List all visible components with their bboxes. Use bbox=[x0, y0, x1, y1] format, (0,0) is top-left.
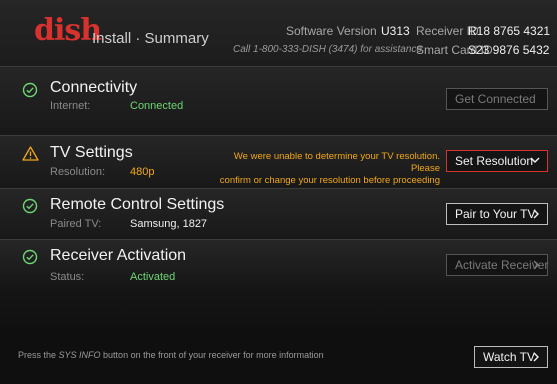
section-label: Internet: bbox=[50, 100, 91, 112]
receiver-id-value: R18 8765 4321 bbox=[468, 24, 551, 38]
section-receiver-activation: Receiver Activation Status: Activated Ac… bbox=[0, 240, 557, 330]
paired-tv-value: Samsung, 1827 bbox=[130, 218, 208, 230]
section-label: Paired TV: bbox=[50, 218, 102, 230]
activate-receiver-button[interactable]: Activate Receiver bbox=[446, 254, 548, 276]
section-label: Status: bbox=[50, 271, 85, 283]
activation-status-value: Activated bbox=[130, 271, 176, 283]
header-bar: dish Install · Summary Software Version … bbox=[0, 0, 557, 67]
section-remote-control: Remote Control Settings Paired TV: Samsu… bbox=[0, 189, 557, 240]
resolution-warning-message: We were unable to determine your TV reso… bbox=[205, 151, 440, 187]
section-label: Resolution: bbox=[50, 166, 106, 178]
section-title: Connectivity bbox=[50, 79, 138, 96]
assistance-text: Call 1-800-333-DISH (3474) for assistanc… bbox=[233, 44, 422, 55]
sys-info-key: SYS INFO bbox=[58, 350, 101, 360]
chevron-right-icon bbox=[532, 347, 540, 373]
section-title: Remote Control Settings bbox=[50, 196, 225, 213]
footer-info-text: Press the SYS INFO button on the front o… bbox=[18, 350, 324, 360]
software-version-label: Software Version bbox=[286, 24, 377, 38]
check-circle-icon bbox=[22, 249, 38, 265]
section-title: Receiver Activation bbox=[50, 247, 187, 264]
chevron-down-icon bbox=[530, 151, 540, 177]
pair-to-tv-label: Pair to Your TV bbox=[455, 207, 536, 221]
resolution-value: 480p bbox=[130, 166, 155, 178]
pair-to-tv-button[interactable]: Pair to Your TV bbox=[446, 203, 548, 225]
section-title: TV Settings bbox=[50, 144, 133, 161]
warning-icon bbox=[22, 146, 39, 161]
warning-line-2: confirm or change your resolution before… bbox=[219, 175, 440, 186]
section-connectivity: Connectivity Internet: Connected Get Con… bbox=[0, 67, 557, 136]
set-resolution-label: Set Resolution bbox=[455, 154, 534, 168]
page-title: Install · Summary bbox=[92, 30, 209, 47]
check-circle-icon bbox=[22, 82, 38, 98]
get-connected-button[interactable]: Get Connected bbox=[446, 88, 548, 110]
set-resolution-button[interactable]: Set Resolution bbox=[446, 150, 548, 172]
watch-tv-label: Watch TV bbox=[483, 350, 536, 364]
software-version-value: U313 bbox=[381, 24, 410, 38]
warning-line-1: We were unable to determine your TV reso… bbox=[233, 151, 440, 174]
chevron-right-icon bbox=[532, 255, 540, 281]
watch-tv-button[interactable]: Watch TV bbox=[474, 346, 548, 368]
chevron-right-icon bbox=[532, 204, 540, 230]
internet-status-value: Connected bbox=[130, 100, 184, 112]
check-circle-icon bbox=[22, 198, 38, 214]
smart-card-value: S23 9876 5432 bbox=[468, 43, 550, 57]
